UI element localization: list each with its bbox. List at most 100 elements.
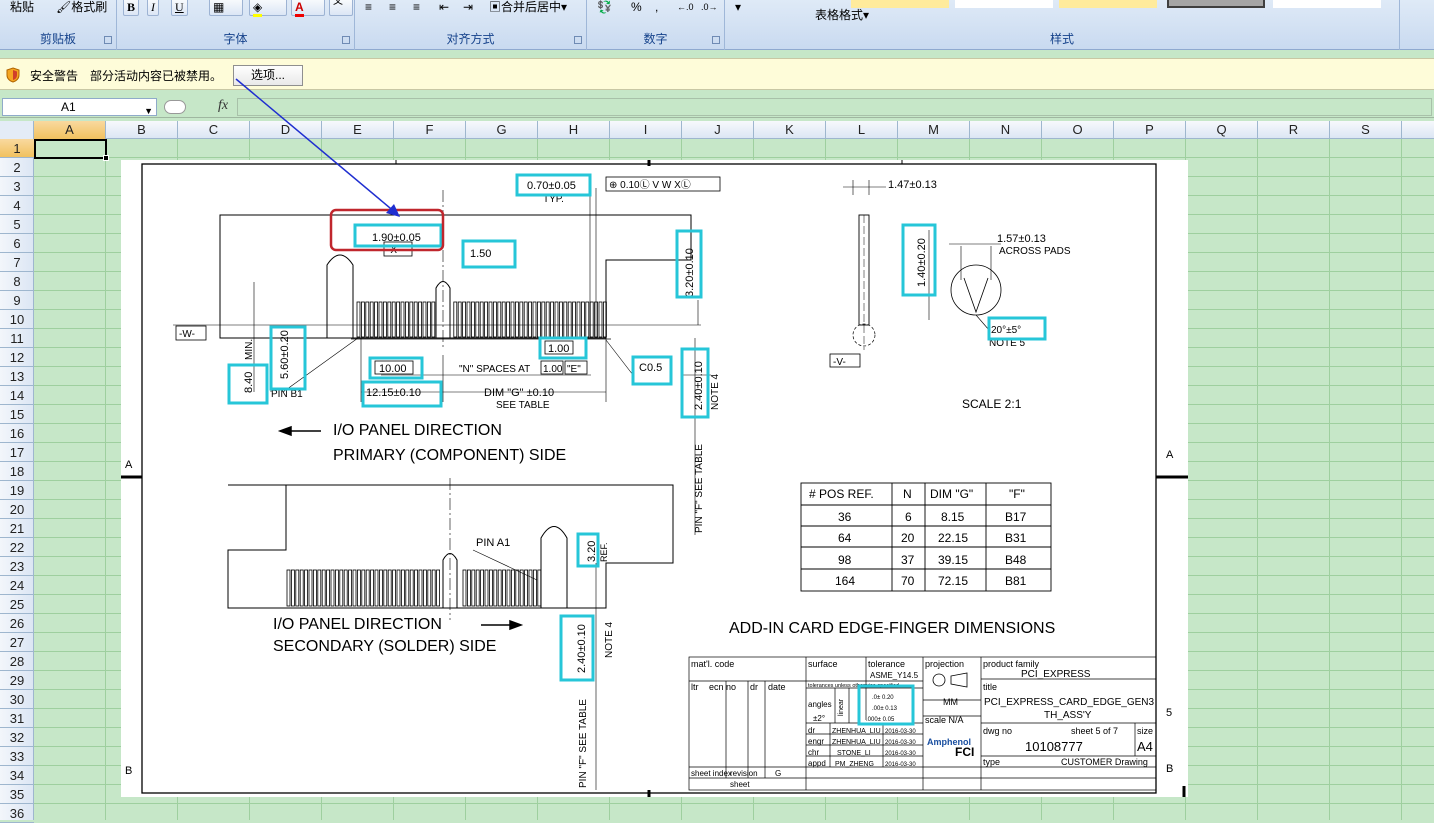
formula-input[interactable] xyxy=(237,98,1432,116)
row-header-14[interactable]: 14 xyxy=(0,386,34,405)
row-header-18[interactable]: 18 xyxy=(0,462,34,481)
column-header-a[interactable]: A xyxy=(34,121,106,139)
column-header-d[interactable]: D xyxy=(250,121,322,139)
style-hyperlink-swatch[interactable] xyxy=(955,0,1053,8)
underline-button[interactable]: U xyxy=(171,0,188,16)
borders-button[interactable]: ▦ xyxy=(209,0,243,16)
clipboard-launcher-button[interactable] xyxy=(104,36,112,44)
column-header-g[interactable]: G xyxy=(466,121,538,139)
row-header-34[interactable]: 34 xyxy=(0,766,34,785)
fill-color-button[interactable]: ◈ xyxy=(249,0,287,17)
row-header-2[interactable]: 2 xyxy=(0,158,34,177)
align-left-button[interactable]: ≡ xyxy=(361,0,376,16)
row-header-17[interactable]: 17 xyxy=(0,443,34,462)
row-header-6[interactable]: 6 xyxy=(0,234,34,253)
row-header-28[interactable]: 28 xyxy=(0,652,34,671)
engineering-drawing-image[interactable]: A A B B 5 -W- -X- 0.70±0.05 TYP. ⊕ 0.10Ⓛ… xyxy=(121,160,1188,797)
conditional-format-button[interactable]: ▾ xyxy=(731,0,745,16)
row-header-12[interactable]: 12 xyxy=(0,348,34,367)
font-color-button[interactable]: A xyxy=(291,0,325,17)
gold-finger-pad xyxy=(378,569,383,607)
row-header-9[interactable]: 9 xyxy=(0,291,34,310)
row-header-21[interactable]: 21 xyxy=(0,519,34,538)
row-header-3[interactable]: 3 xyxy=(0,177,34,196)
column-header-o[interactable]: O xyxy=(1042,121,1114,139)
paste-button[interactable]: 粘贴 xyxy=(6,0,38,16)
row-header-4[interactable]: 4 xyxy=(0,196,34,215)
row-header-8[interactable]: 8 xyxy=(0,272,34,291)
row-header-7[interactable]: 7 xyxy=(0,253,34,272)
column-header-s[interactable]: S xyxy=(1330,121,1402,139)
row-header-20[interactable]: 20 xyxy=(0,500,34,519)
column-header-h[interactable]: H xyxy=(538,121,610,139)
row-header-1[interactable]: 1 xyxy=(0,139,34,158)
name-box[interactable]: A1 ▼ xyxy=(2,98,157,116)
bold-button[interactable]: B xyxy=(123,0,140,16)
row-header-29[interactable]: 29 xyxy=(0,671,34,690)
column-header-b[interactable]: B xyxy=(106,121,178,139)
font-launcher-button[interactable] xyxy=(342,36,350,44)
row-header-10[interactable]: 10 xyxy=(0,310,34,329)
currency-button[interactable]: 💱 xyxy=(593,0,616,16)
style-neutral-swatch[interactable] xyxy=(851,0,949,8)
italic-button[interactable]: I xyxy=(147,0,159,16)
comma-button[interactable]: , xyxy=(651,0,662,16)
gold-finger-pad xyxy=(488,569,493,607)
row-header-22[interactable]: 22 xyxy=(0,538,34,557)
row-header-19[interactable]: 19 xyxy=(0,481,34,500)
row-header-11[interactable]: 11 xyxy=(0,329,34,348)
column-header-m[interactable]: M xyxy=(898,121,970,139)
insert-function-button[interactable]: fx xyxy=(218,98,228,114)
row-header-23[interactable]: 23 xyxy=(0,557,34,576)
row-header-16[interactable]: 16 xyxy=(0,424,34,443)
row-header-5[interactable]: 5 xyxy=(0,215,34,234)
decrease-indent-button[interactable]: ⇤ xyxy=(435,0,453,16)
column-header-i[interactable]: I xyxy=(610,121,682,139)
splitter-handle[interactable] xyxy=(164,100,186,114)
row-header-30[interactable]: 30 xyxy=(0,690,34,709)
column-header-j[interactable]: J xyxy=(682,121,754,139)
style-explanatory-swatch[interactable] xyxy=(1273,0,1381,8)
gold-finger-pad xyxy=(312,569,317,607)
number-launcher-button[interactable] xyxy=(712,36,720,44)
gold-finger-pad xyxy=(356,569,361,607)
row-header-13[interactable]: 13 xyxy=(0,367,34,386)
phonetic-button[interactable]: 文 xyxy=(329,0,353,16)
select-all-button[interactable] xyxy=(0,121,34,139)
row-header-27[interactable]: 27 xyxy=(0,633,34,652)
increase-indent-button[interactable]: ⇥ xyxy=(459,0,477,16)
active-cell-a1[interactable] xyxy=(34,139,109,161)
column-header-c[interactable]: C xyxy=(178,121,250,139)
row-header-31[interactable]: 31 xyxy=(0,709,34,728)
row-header-33[interactable]: 33 xyxy=(0,747,34,766)
align-center-button[interactable]: ≡ xyxy=(385,0,400,16)
column-header-r[interactable]: R xyxy=(1258,121,1330,139)
percent-button[interactable]: % xyxy=(627,0,646,16)
column-header-q[interactable]: Q xyxy=(1186,121,1258,139)
row-header-26[interactable]: 26 xyxy=(0,614,34,633)
decrease-decimal-button[interactable]: .0→ xyxy=(697,0,722,16)
merge-center-button[interactable]: ▣合并后居中▾ xyxy=(485,0,571,16)
column-header-k[interactable]: K xyxy=(754,121,826,139)
format-painter-button[interactable]: 🖌格式刷 xyxy=(52,0,111,16)
column-header-n[interactable]: N xyxy=(970,121,1042,139)
row-header-32[interactable]: 32 xyxy=(0,728,34,747)
alignment-launcher-button[interactable] xyxy=(574,36,582,44)
options-button[interactable]: 选项... xyxy=(233,65,303,86)
row-header-25[interactable]: 25 xyxy=(0,595,34,614)
gold-finger-pad xyxy=(299,569,304,607)
style-check-cell-swatch[interactable] xyxy=(1167,0,1265,8)
increase-decimal-button[interactable]: ←.0 xyxy=(673,0,698,16)
chevron-down-icon[interactable]: ▼ xyxy=(144,103,153,119)
column-header-f[interactable]: F xyxy=(394,121,466,139)
column-header-e[interactable]: E xyxy=(322,121,394,139)
style-warn-swatch[interactable] xyxy=(1059,0,1157,8)
align-right-button[interactable]: ≡ xyxy=(409,0,424,16)
row-header-35[interactable]: 35 xyxy=(0,785,34,804)
row-header-24[interactable]: 24 xyxy=(0,576,34,595)
column-header-p[interactable]: P xyxy=(1114,121,1186,139)
row-header-15[interactable]: 15 xyxy=(0,405,34,424)
column-header-l[interactable]: L xyxy=(826,121,898,139)
fill-handle[interactable] xyxy=(103,155,109,161)
row-header-36[interactable]: 36 xyxy=(0,804,34,823)
